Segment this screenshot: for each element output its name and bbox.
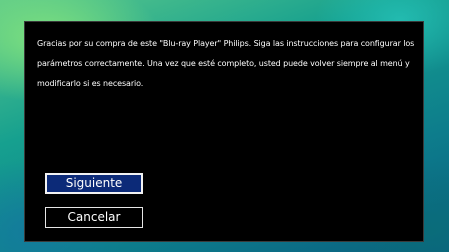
next-button[interactable]: Siguiente: [45, 173, 143, 194]
setup-dialog: Gracias por su compra de este "Blu-ray P…: [24, 21, 424, 242]
cancel-button[interactable]: Cancelar: [45, 207, 143, 228]
welcome-message: Gracias por su compra de este "Blu-ray P…: [37, 39, 415, 88]
